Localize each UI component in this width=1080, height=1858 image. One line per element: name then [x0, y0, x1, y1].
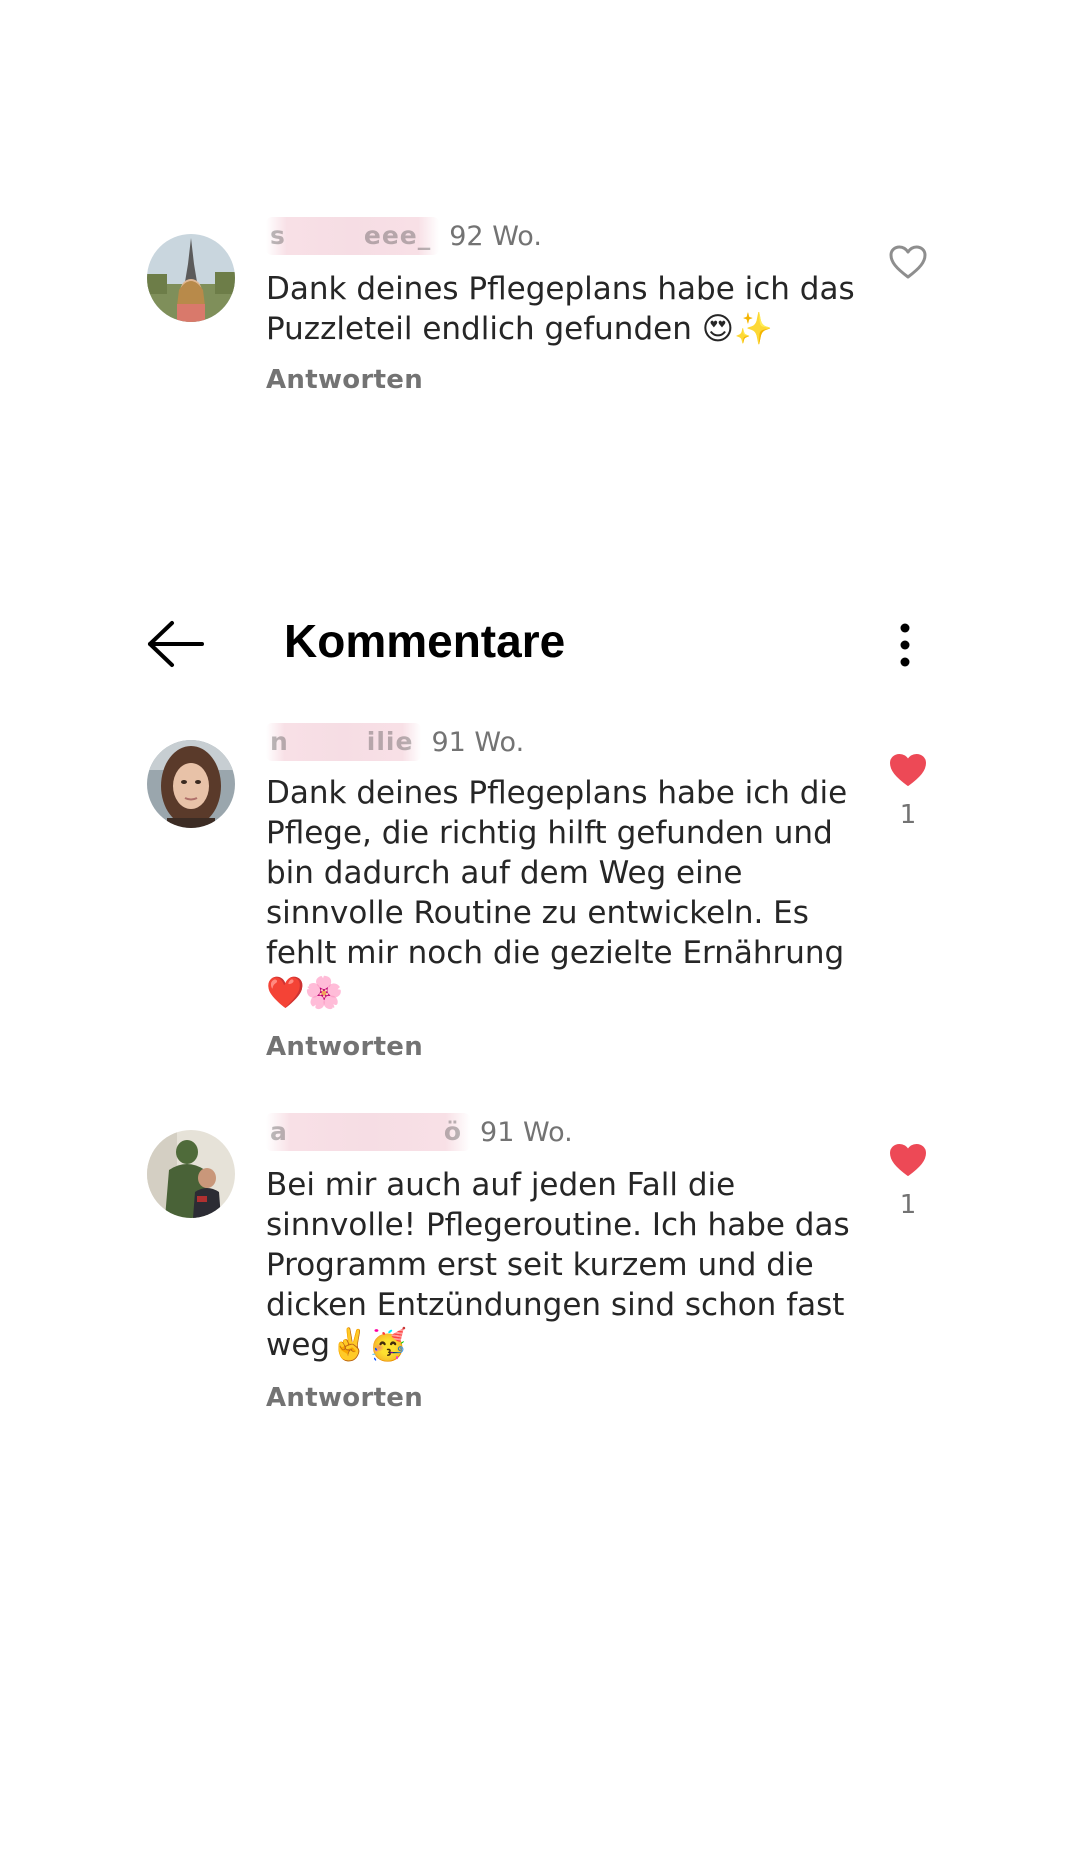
like-count: 1	[899, 800, 917, 830]
more-vertical-icon	[900, 623, 910, 667]
like-count: 1	[899, 1190, 917, 1220]
timestamp: 92 Wo.	[449, 220, 542, 252]
username[interactable]: s eee_	[266, 217, 440, 255]
reply-button[interactable]: Antworten	[266, 1032, 423, 1062]
page-title: Kommentare	[284, 615, 566, 667]
comment-meta: a ö 91 Wo.	[266, 1110, 573, 1154]
heart-filled-icon	[890, 754, 926, 786]
avatar[interactable]	[147, 1130, 235, 1218]
comment-text: Dank deines Pflegeplans habe ich das Puz…	[266, 271, 855, 347]
username[interactable]: a ö	[266, 1113, 471, 1151]
username[interactable]: n ilie	[266, 723, 422, 761]
comment-meta: s eee_ 92 Wo.	[266, 214, 542, 258]
comments-header: Kommentare	[0, 600, 1080, 688]
back-button[interactable]	[146, 618, 206, 670]
like-button[interactable]: 1	[884, 1142, 932, 1220]
more-options-button[interactable]	[890, 622, 920, 668]
like-button[interactable]	[884, 244, 932, 280]
heart-filled-icon	[890, 1144, 926, 1176]
avatar[interactable]	[147, 740, 235, 828]
reply-button[interactable]: Antworten	[266, 1383, 423, 1413]
comment-text: Dank deines Pflegeplans habe ich die Pfl…	[266, 775, 848, 1011]
timestamp: 91 Wo.	[431, 726, 525, 758]
arrow-left-icon	[148, 621, 204, 667]
like-button[interactable]: 1	[884, 752, 932, 830]
timestamp: 91 Wo.	[480, 1116, 573, 1148]
avatar[interactable]	[147, 234, 235, 322]
comment-text: Bei mir auch auf jeden Fall die sinnvoll…	[266, 1167, 850, 1363]
reply-button[interactable]: Antworten	[266, 365, 423, 395]
comment-meta: n ilie 91 Wo.	[266, 720, 524, 764]
heart-outline-icon	[889, 245, 927, 279]
